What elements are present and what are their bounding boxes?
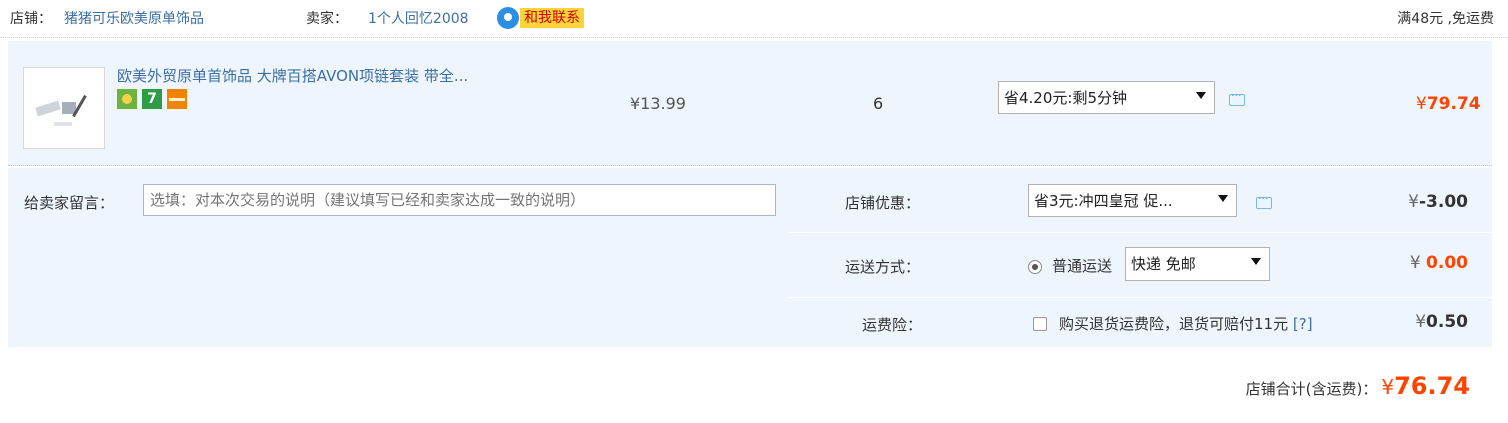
item-subtotal: ¥79.74 bbox=[1416, 94, 1481, 114]
shop-discount-select[interactable]: 省3元:冲四皇冠 促... bbox=[1028, 184, 1237, 217]
contact-seller-label: 和我联系 bbox=[520, 8, 584, 28]
order-item-row: 欧美外贸原单首饰品 大牌百搭AVON项链套装 带全... 7 ¥13.99 6 … bbox=[8, 41, 1492, 166]
service-badges: 7 bbox=[117, 89, 192, 109]
green-shop-icon[interactable] bbox=[117, 89, 137, 109]
shop-discount-value-text: 省3元:冲四皇冠 促... bbox=[1034, 192, 1173, 210]
quantity: 6 bbox=[873, 94, 884, 113]
seller-name-link[interactable]: 1个人回忆2008 bbox=[368, 8, 469, 28]
order-summary-panel: 店铺优惠： 省3元:冲四皇冠 促... ¥-3.00 运送方式： 普通运送 快递… bbox=[789, 168, 1492, 347]
shop-discount-amount: ¥-3.00 bbox=[1408, 192, 1468, 212]
shipping-method-select[interactable]: 快递 免邮 bbox=[1125, 247, 1270, 281]
item-discount-value: 省4.20元:剩5分钟 bbox=[1004, 89, 1127, 107]
shipping-method-value: 快递 免邮 bbox=[1131, 255, 1196, 273]
contact-seller-button[interactable]: 和我联系 bbox=[497, 7, 584, 29]
insurance-amount: ¥0.50 bbox=[1415, 312, 1468, 332]
insurance-text: 购买退货运费险，退货可赔付11元 [?] bbox=[1059, 315, 1313, 333]
shop-discount-info-icon[interactable] bbox=[1256, 192, 1272, 209]
shipping-option-label: 普通运送 bbox=[1052, 257, 1113, 275]
shop-total-symbol: ¥ bbox=[1381, 375, 1395, 399]
free-shipping-note: 满48元 ,免运费 bbox=[1397, 11, 1494, 27]
product-title-link[interactable]: 欧美外贸原单首饰品 大牌百搭AVON项链套装 带全... bbox=[117, 65, 468, 86]
shipping-label: 运送方式： bbox=[845, 258, 921, 276]
shop-total-label: 店铺合计(含运费)： bbox=[1245, 380, 1378, 398]
shipping-insurance-row: 运费险： 购买退货运费险，退货可赔付11元 [?] ¥0.50 bbox=[789, 297, 1492, 347]
product-thumbnail[interactable] bbox=[23, 67, 105, 149]
insurance-checkbox[interactable] bbox=[1033, 317, 1047, 331]
seller-label: 卖家： bbox=[306, 11, 348, 27]
shop-discount-row: 店铺优惠： 省3元:冲四皇冠 促... ¥-3.00 bbox=[789, 168, 1492, 232]
shipping-row: 运送方式： 普通运送 快递 免邮 ¥ 0.00 bbox=[789, 232, 1492, 296]
credit-card-icon[interactable] bbox=[167, 89, 187, 109]
shop-total-value: 76.74 bbox=[1394, 372, 1470, 400]
chat-bubble-icon bbox=[497, 7, 519, 29]
item-discount-select[interactable]: 省4.20元:剩5分钟 bbox=[998, 81, 1215, 114]
dropdown-arrow-icon bbox=[1218, 195, 1228, 202]
shipping-amount: ¥ 0.00 bbox=[1409, 253, 1468, 273]
seller-note-label: 给卖家留言： bbox=[24, 194, 115, 212]
seven-day-return-icon[interactable]: 7 bbox=[142, 89, 162, 109]
insurance-help-link[interactable]: [?] bbox=[1293, 315, 1313, 333]
unit-price: ¥13.99 bbox=[630, 94, 686, 113]
shop-total: 店铺合计(含运费)： ¥76.74 bbox=[1246, 372, 1470, 400]
dropdown-arrow-icon bbox=[1196, 92, 1206, 99]
seller-note-input[interactable] bbox=[143, 184, 776, 216]
shop-header: 店铺： 猪猪可乐欧美原单饰品 卖家： 1个人回忆2008 和我联系 满48元 ,… bbox=[0, 0, 1508, 38]
shop-label: 店铺： bbox=[10, 11, 52, 27]
shop-discount-label: 店铺优惠： bbox=[845, 194, 921, 212]
discount-info-icon[interactable] bbox=[1229, 89, 1245, 106]
insurance-label: 运费险： bbox=[862, 316, 923, 334]
shop-name-link[interactable]: 猪猪可乐欧美原单饰品 bbox=[64, 8, 204, 28]
shipping-radio[interactable] bbox=[1028, 260, 1042, 274]
order-details: 给卖家留言： 店铺优惠： 省3元:冲四皇冠 促... ¥-3.00 运送方式： … bbox=[8, 168, 1492, 347]
dropdown-arrow-icon bbox=[1251, 258, 1261, 265]
